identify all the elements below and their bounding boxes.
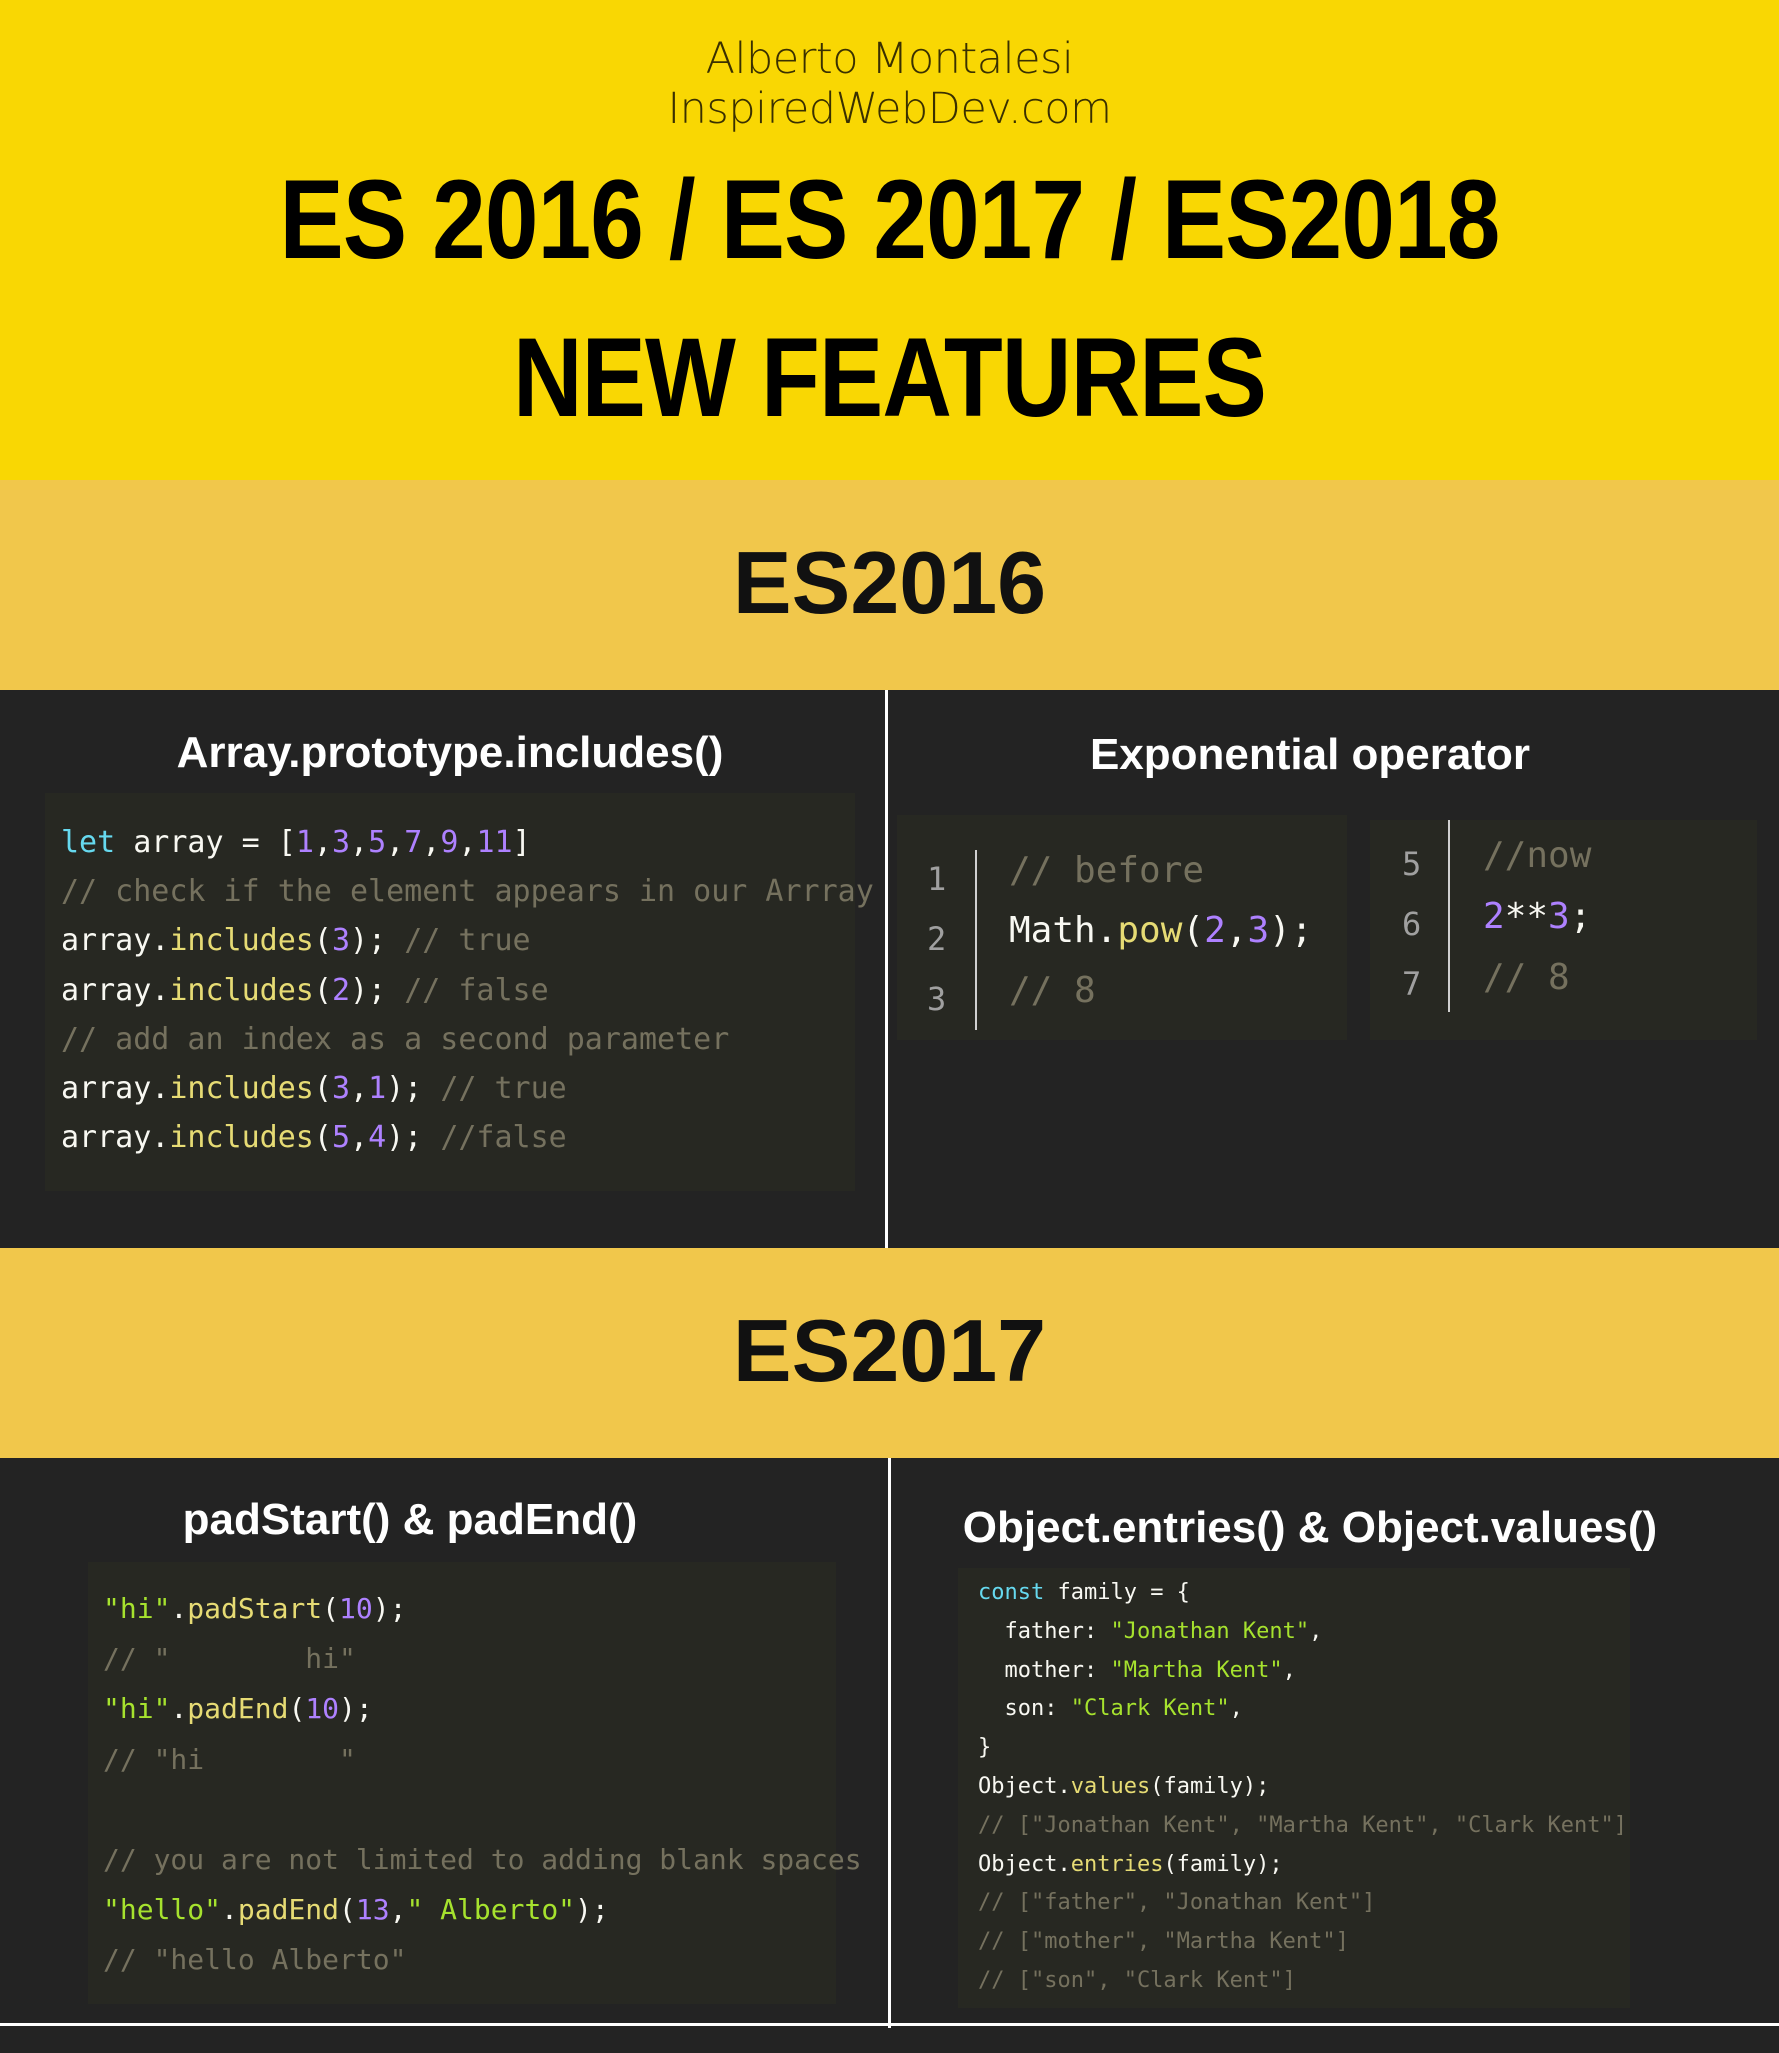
code-line: mother: "Martha Kent", — [978, 1658, 1296, 1683]
author-name: Alberto Montalesi — [705, 34, 1074, 84]
code-line: "hi".padStart(10); — [103, 1592, 407, 1625]
code-line: Object.entries(family); — [978, 1852, 1283, 1877]
code-line: } — [978, 1735, 992, 1760]
code-line: // before — [1009, 850, 1205, 891]
code-line: // 8 — [1483, 957, 1570, 998]
es2016-heading: ES2016 — [732, 533, 1047, 632]
pad-title: padStart() & padEnd() — [182, 1495, 638, 1544]
code-line: Object.values(family); — [978, 1774, 1270, 1799]
es2017-band: ES2017 — [0, 1248, 1779, 1458]
code-line: // ["son", "Clark Kent"] — [978, 1968, 1296, 1993]
exponential-now-block: 5 6 7 //now 2**3; // 8 — [1370, 820, 1757, 1040]
exponential-before-block: 1 2 3 // before Math.pow(2,3); // 8 — [897, 815, 1347, 1040]
line-number: 3 — [927, 980, 947, 1018]
code-line: array.includes(2); // false — [61, 973, 549, 1008]
es2017-heading: ES2017 — [732, 1301, 1047, 1400]
code-line: // 8 — [1009, 970, 1096, 1011]
exponential-title: Exponential operator — [1089, 730, 1531, 779]
code-line: // "hi " — [103, 1743, 356, 1776]
line-number: 2 — [927, 920, 947, 958]
code-line: array.includes(5,4); //false — [61, 1120, 567, 1155]
pad-code-block: "hi".padStart(10); // " hi" "hi".padEnd(… — [88, 1562, 862, 2004]
code-line: 2**3; — [1483, 896, 1592, 937]
es2016-band: ES2016 — [0, 480, 1779, 690]
object-title: Object.entries() & Object.values() — [962, 1503, 1658, 1552]
code-line: son: "Clark Kent", — [978, 1696, 1243, 1721]
bottom-rule — [0, 2023, 1779, 2026]
line-number: 1 — [927, 860, 947, 898]
code-line: father: "Jonathan Kent", — [978, 1619, 1323, 1644]
code-line: // you are not limited to adding blank s… — [103, 1843, 862, 1876]
code-line: // ["mother", "Martha Kent"] — [978, 1929, 1349, 1954]
code-line: // ["Jonathan Kent", "Martha Kent", "Cla… — [978, 1813, 1628, 1838]
includes-title: Array.prototype.includes() — [176, 728, 724, 777]
gutter-line — [1448, 820, 1450, 1012]
code-line: Math.pow(2,3); — [1009, 910, 1313, 951]
code-line: // check if the element appears in our A… — [61, 874, 874, 909]
line-number: 5 — [1402, 845, 1422, 883]
code-line: // add an index as a second parameter — [61, 1022, 730, 1057]
author-site: InspiredWebDev.com — [667, 84, 1113, 134]
line-number: 7 — [1402, 965, 1422, 1003]
code-line: "hello".padEnd(13," Alberto"); — [103, 1893, 609, 1926]
code-line: array.includes(3); // true — [61, 923, 531, 958]
code-line: // "hello Alberto" — [103, 1943, 407, 1976]
code-line: const family = { — [978, 1580, 1190, 1605]
includes-code-block: let array = [1,3,5,7,9,11] // check if t… — [45, 793, 874, 1191]
code-line: // ["father", "Jonathan Kent"] — [978, 1890, 1376, 1915]
object-code-block: const family = { father: "Jonathan Kent"… — [958, 1568, 1630, 2008]
main-title-line-1: ES 2016 / ES 2017 / ES2018 — [279, 157, 1500, 282]
code-line: array.includes(3,1); // true — [61, 1071, 567, 1106]
bottom-strip — [0, 2028, 1779, 2053]
code-line: "hi".padEnd(10); — [103, 1692, 373, 1725]
gutter-line — [975, 850, 977, 1030]
line-number: 6 — [1402, 905, 1422, 943]
code-line: let array = [1,3,5,7,9,11] — [61, 825, 531, 860]
header: Alberto Montalesi InspiredWebDev.com ES … — [0, 0, 1779, 480]
main-title-line-2: NEW FEATURES — [512, 315, 1267, 440]
code-line: // " hi" — [103, 1642, 356, 1675]
code-line: //now — [1483, 835, 1592, 876]
